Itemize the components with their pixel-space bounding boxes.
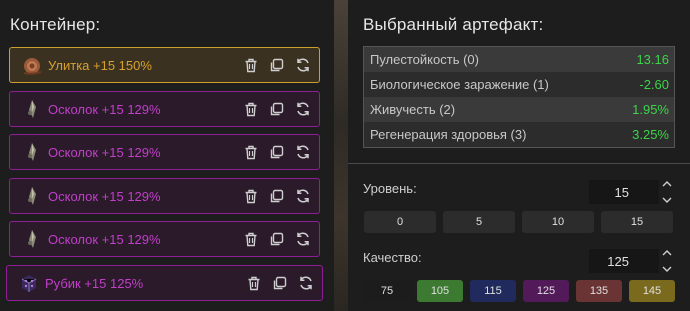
stat-row: Регенерация здоровья (3) 3.25%	[364, 122, 674, 147]
slot-actions	[242, 57, 311, 74]
stat-label: Биологическое заражение (1)	[370, 77, 549, 92]
item-name: Осколок +15 129%	[48, 188, 161, 204]
quality-input[interactable]: 125	[589, 249, 659, 273]
background-scene	[334, 0, 348, 311]
slot-actions	[242, 231, 311, 248]
slot-actions	[242, 144, 311, 161]
copy-icon[interactable]	[268, 188, 285, 205]
slot-actions	[245, 275, 314, 292]
stat-value: 3.25%	[632, 127, 669, 142]
item-name: Осколок +15 129%	[48, 101, 161, 117]
quality-preset[interactable]: 115	[470, 280, 516, 302]
refresh-icon[interactable]	[294, 144, 311, 161]
copy-icon[interactable]	[268, 144, 285, 161]
chevron-up-icon[interactable]	[662, 180, 672, 188]
shard-icon	[20, 227, 44, 251]
stat-label: Живучесть (2)	[370, 102, 456, 117]
trash-icon[interactable]	[242, 144, 259, 161]
item-name: Осколок +15 129%	[48, 231, 161, 247]
container-slot[interactable]: Осколок +15 129%	[9, 221, 320, 257]
container-slot[interactable]: Осколок +15 129%	[9, 91, 320, 127]
chevron-down-icon[interactable]	[662, 196, 672, 204]
container-title: Контейнер:	[10, 15, 101, 34]
quality-preset[interactable]: 135	[576, 280, 622, 302]
container-slot[interactable]: Рубик +15 125%	[6, 265, 323, 301]
stats-table: Пулестойкость (0) 13.16 Биологическое за…	[363, 46, 675, 148]
stat-row: Биологическое заражение (1) -2.60	[364, 72, 674, 97]
level-preset-15[interactable]: 15	[601, 211, 673, 233]
item-name: Рубик +15 125%	[45, 275, 144, 291]
quality-stepper[interactable]	[661, 249, 673, 273]
level-stepper[interactable]	[661, 180, 673, 204]
refresh-icon[interactable]	[294, 231, 311, 248]
quality-label: Качество:	[363, 250, 422, 265]
container-slot[interactable]: Улитка +15 150%	[9, 47, 320, 83]
chevron-down-icon[interactable]	[662, 265, 672, 273]
stat-row: Живучесть (2) 1.95%	[364, 97, 674, 122]
stat-label: Регенерация здоровья (3)	[370, 127, 527, 142]
shard-icon	[20, 97, 44, 121]
shard-icon	[20, 140, 44, 164]
shard-icon	[20, 184, 44, 208]
copy-icon[interactable]	[268, 57, 285, 74]
refresh-icon[interactable]	[294, 101, 311, 118]
trash-icon[interactable]	[242, 188, 259, 205]
level-input[interactable]: 15	[589, 180, 659, 204]
snail-icon	[20, 53, 44, 77]
copy-icon[interactable]	[271, 275, 288, 292]
stat-value: 1.95%	[632, 102, 669, 117]
stat-value: 13.16	[636, 52, 669, 67]
container-slot[interactable]: Осколок +15 129%	[9, 134, 320, 170]
slot-actions	[242, 101, 311, 118]
trash-icon[interactable]	[242, 57, 259, 74]
level-preset-0[interactable]: 0	[364, 211, 436, 233]
stat-value: -2.60	[639, 77, 669, 92]
chevron-up-icon[interactable]	[662, 249, 672, 257]
slot-actions	[242, 188, 311, 205]
trash-icon[interactable]	[242, 231, 259, 248]
copy-icon[interactable]	[268, 101, 285, 118]
quality-preset[interactable]: 105	[417, 280, 463, 302]
level-preset-10[interactable]: 10	[522, 211, 594, 233]
level-preset-5[interactable]: 5	[443, 211, 515, 233]
refresh-icon[interactable]	[294, 57, 311, 74]
item-name: Осколок +15 129%	[48, 144, 161, 160]
rubik-icon	[17, 271, 41, 295]
quality-preset[interactable]: 125	[523, 280, 569, 302]
container-slot[interactable]: Осколок +15 129%	[9, 178, 320, 214]
trash-icon[interactable]	[242, 101, 259, 118]
refresh-icon[interactable]	[297, 275, 314, 292]
item-name: Улитка +15 150%	[48, 57, 152, 73]
refresh-icon[interactable]	[294, 188, 311, 205]
artifact-title: Выбранный артефакт:	[363, 15, 544, 34]
quality-preset[interactable]: 145	[629, 280, 675, 302]
level-label: Уровень:	[363, 181, 417, 196]
stat-label: Пулестойкость (0)	[370, 52, 479, 67]
section-divider	[348, 163, 690, 164]
copy-icon[interactable]	[268, 231, 285, 248]
trash-icon[interactable]	[245, 275, 262, 292]
stat-row: Пулестойкость (0) 13.16	[364, 47, 674, 72]
quality-preset[interactable]: 75	[364, 280, 410, 302]
